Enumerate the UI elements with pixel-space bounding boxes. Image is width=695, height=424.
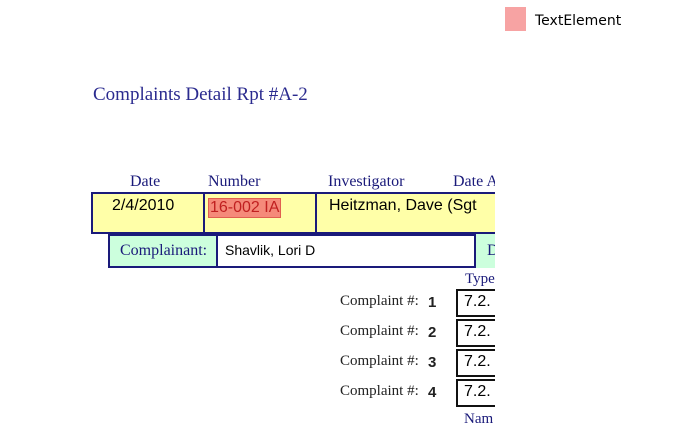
- complaint-type-code: 7.2.: [464, 293, 491, 310]
- type-header: Type: [465, 271, 495, 287]
- header-number: Number: [208, 173, 261, 190]
- header-date-a: Date A: [453, 173, 495, 190]
- complainant-value: Shavlik, Lori D: [225, 242, 316, 258]
- complaint-number: 2: [428, 324, 437, 341]
- complaint-label: Complaint #:: [340, 293, 419, 309]
- cell-divider: [203, 194, 205, 232]
- report-area: Complaints Detail Rpt #A-2 Date Number I…: [0, 0, 495, 424]
- complaint-number: 3: [428, 354, 437, 371]
- report-title: Complaints Detail Rpt #A-2: [93, 84, 308, 105]
- complaint-label: Complaint #:: [340, 383, 419, 399]
- complaint-number: 4: [428, 384, 437, 401]
- d-label: D: [487, 242, 495, 259]
- header-investigator: Investigator: [328, 173, 405, 190]
- complaint-type-code: 7.2.: [464, 353, 491, 370]
- legend-swatch: [505, 7, 526, 31]
- complaint-label: Complaint #:: [340, 353, 419, 369]
- record-number: 16-002 IA: [208, 198, 282, 218]
- legend-label: TextElement: [535, 13, 622, 29]
- complaint-type-code: 7.2.: [464, 323, 491, 340]
- record-investigator: Heitzman, Dave (Sgt: [329, 197, 477, 214]
- complaint-label: Complaint #:: [340, 323, 419, 339]
- name-header: Nam: [464, 411, 494, 424]
- record-date: 2/4/2010: [112, 197, 175, 214]
- header-date: Date: [130, 173, 161, 190]
- complaint-number: 1: [428, 294, 437, 311]
- complainant-label: Complainant:: [120, 242, 208, 259]
- complaint-type-code: 7.2.: [464, 383, 491, 400]
- cell-divider: [315, 194, 317, 232]
